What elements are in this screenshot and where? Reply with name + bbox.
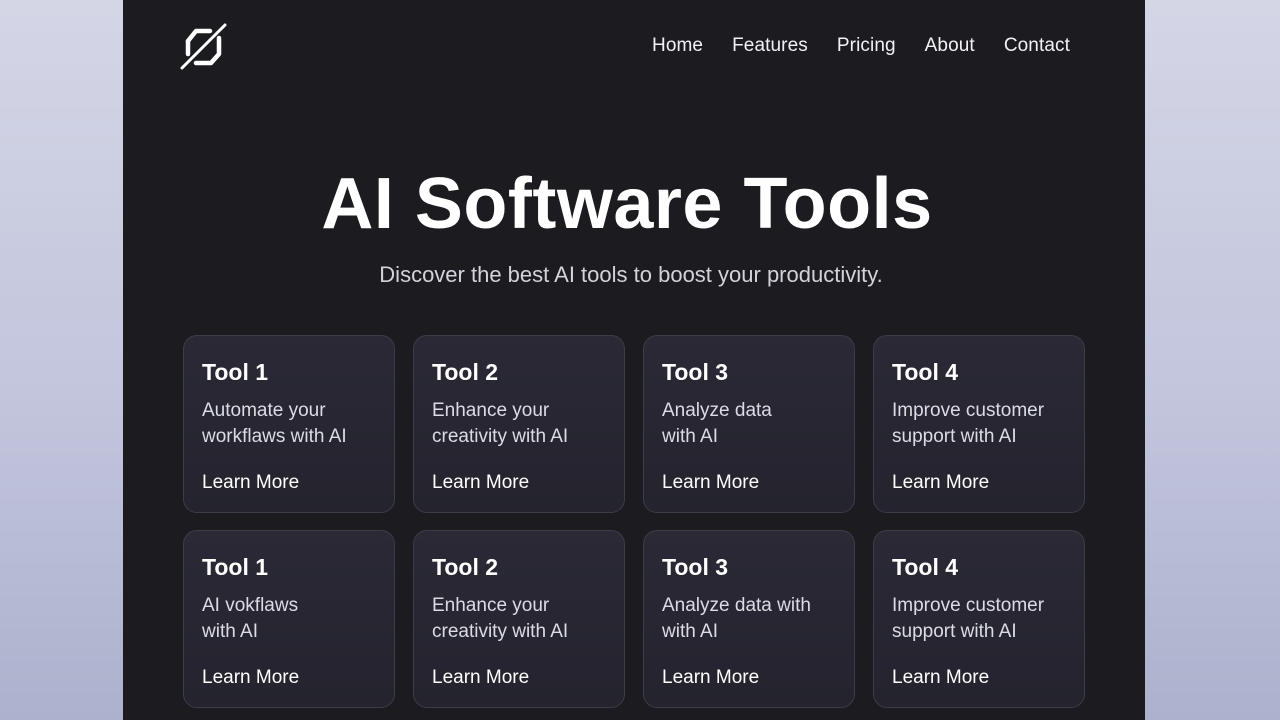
nav-link-pricing[interactable]: Pricing — [837, 34, 896, 58]
tool-card: Tool 4 Improve customer support with AI … — [873, 530, 1085, 708]
tool-card-title: Tool 4 — [892, 359, 959, 385]
learn-more-link[interactable]: Learn More — [892, 471, 989, 495]
tool-card-description: Enhance your creativity with AI — [432, 400, 569, 447]
nav-link-home[interactable]: Home — [652, 34, 703, 58]
tool-card: Tool 3 Analyze data with AI Learn More — [643, 335, 855, 513]
tool-card-title: Tool 1 — [202, 359, 269, 385]
learn-more-link[interactable]: Learn More — [662, 471, 759, 495]
tool-card-title: Tool 1 — [202, 554, 269, 580]
tools-grid: Tool 1 Automate your workflaws with AI L… — [183, 335, 1085, 708]
main-nav: Home Features Pricing About Contact — [652, 34, 1070, 58]
hero-subtitle: Discover the best AI tools to boost your… — [379, 262, 883, 287]
learn-more-link[interactable]: Learn More — [892, 666, 989, 690]
tool-card-title: Tool 3 — [662, 359, 729, 385]
tool-card-title: Tool 2 — [432, 359, 499, 385]
tool-card-description: Improve customer support with AI — [892, 400, 1045, 447]
tool-card: Tool 4 Improve customer support with AI … — [873, 335, 1085, 513]
tool-card-description: AI vokflaws with AI — [202, 595, 299, 642]
tool-card: Tool 1 AI vokflaws with AI Learn More — [183, 530, 395, 708]
tool-card-description: Automate your workflaws with AI — [202, 400, 347, 447]
nav-link-about[interactable]: About — [925, 34, 975, 58]
tool-card-description: Improve customer support with AI — [892, 595, 1045, 642]
learn-more-link[interactable]: Learn More — [662, 666, 759, 690]
learn-more-link[interactable]: Learn More — [432, 666, 529, 690]
tool-card-title: Tool 4 — [892, 554, 959, 580]
tool-card-description: Analyze data with with AI — [662, 595, 811, 642]
tool-card-title: Tool 2 — [432, 554, 499, 580]
hero-title: AI Software Tools — [321, 164, 933, 244]
tool-card: Tool 2 Enhance your creativity with AI L… — [413, 530, 625, 708]
tool-card: Tool 2 Enhance your creativity with AI L… — [413, 335, 625, 513]
tool-card: Tool 3 Analyze data with with AI Learn M… — [643, 530, 855, 708]
nav-link-contact[interactable]: Contact — [1004, 34, 1070, 58]
tool-card: Tool 1 Automate your workflaws with AI L… — [183, 335, 395, 513]
learn-more-link[interactable]: Learn More — [202, 471, 299, 495]
learn-more-link[interactable]: Learn More — [202, 666, 299, 690]
logo-icon[interactable] — [179, 20, 229, 70]
tool-card-title: Tool 3 — [662, 554, 729, 580]
tool-card-description: Enhance your creativity with AI — [432, 595, 569, 642]
tool-card-description: Analyze data with AI — [662, 400, 772, 447]
page-container: Home Features Pricing About Contact AI S… — [123, 0, 1145, 720]
nav-link-features[interactable]: Features — [732, 34, 808, 58]
learn-more-link[interactable]: Learn More — [432, 471, 529, 495]
